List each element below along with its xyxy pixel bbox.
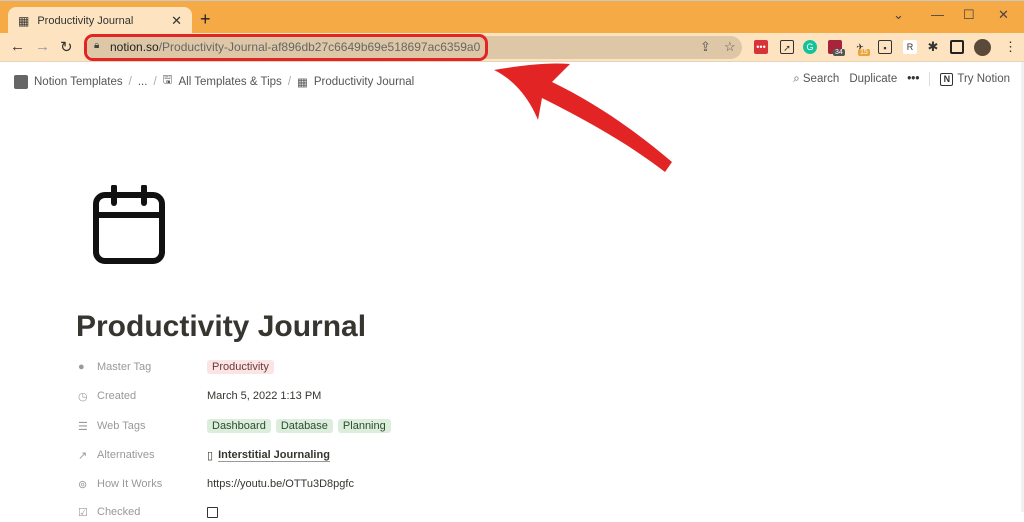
url-link[interactable]: https://youtu.be/OTTu3D8pgfc: [207, 478, 354, 490]
tag[interactable]: Planning: [337, 419, 391, 433]
breadcrumb: Notion Templates / ... / 🖫 All Templates…: [14, 72, 414, 91]
property-web-tags: ☰ Web Tags Dashboard Database Planning: [78, 416, 678, 436]
tag[interactable]: Database: [275, 419, 333, 433]
menu-kebab-icon[interactable]: ⋮: [1004, 39, 1017, 55]
more-button[interactable]: •••: [907, 73, 919, 85]
breadcrumb-item[interactable]: All Templates & Tips: [178, 76, 281, 88]
tag[interactable]: Productivity: [207, 360, 274, 374]
side-panel-icon[interactable]: [950, 40, 964, 54]
notion-logo-icon: N: [940, 72, 954, 86]
lock-icon[interactable]: 🔒︎: [94, 40, 99, 51]
browser-titlebar: ▦ Productivity Journal ✕ + ⌄ — ☐ ✕: [0, 0, 1024, 34]
pip-icon[interactable]: ▪: [878, 40, 892, 54]
try-notion-label: Try Notion: [957, 72, 1010, 85]
page-title[interactable]: Productivity Journal: [76, 310, 366, 344]
property-name[interactable]: Alternatives: [97, 449, 207, 461]
duplicate-button[interactable]: Duplicate: [849, 73, 897, 85]
clock-icon: ◷: [78, 390, 88, 403]
property-name[interactable]: Master Tag: [97, 361, 207, 373]
browser-tab[interactable]: ▦ Productivity Journal ✕: [8, 7, 192, 34]
puzzle-icon[interactable]: ✱: [926, 40, 940, 54]
list-icon: ☰: [78, 420, 88, 433]
property-value: March 5, 2022 1:13 PM: [207, 390, 322, 402]
breadcrumb-separator: /: [287, 75, 292, 88]
tag-icon: ●: [78, 361, 85, 373]
bookmark-star-icon[interactable]: ☆: [724, 39, 736, 55]
share-icon[interactable]: ⇪: [700, 39, 711, 55]
property-name[interactable]: Checked: [97, 506, 207, 518]
arrow-up-right-icon: ↗: [78, 449, 88, 462]
back-icon[interactable]: ←: [10, 38, 25, 55]
url-text[interactable]: notion.so/Productivity-Journal-af896db27…: [110, 40, 480, 54]
calendar-icon: ▦: [18, 13, 30, 28]
close-tab-icon[interactable]: ✕: [171, 13, 182, 29]
breadcrumb-separator: /: [128, 75, 132, 88]
checkbox-icon: ☑: [78, 506, 88, 519]
extension-badge: 34: [833, 49, 845, 56]
new-tab-button[interactable]: +: [200, 9, 211, 30]
divider: [929, 72, 931, 86]
maximize-button[interactable]: ☐: [963, 7, 975, 23]
search-icon: ⌕: [793, 72, 800, 85]
tab-title: Productivity Journal: [37, 14, 134, 27]
profile-avatar[interactable]: [974, 39, 991, 56]
grammarly-icon[interactable]: G: [803, 40, 817, 54]
breadcrumb-item[interactable]: Notion Templates: [34, 76, 123, 88]
relation-link[interactable]: Interstitial Journaling: [218, 449, 330, 462]
tag[interactable]: Dashboard: [207, 419, 271, 433]
extension-icon[interactable]: R: [903, 40, 917, 54]
search-label: Search: [802, 72, 840, 85]
workspace-avatar: [14, 74, 28, 89]
extension-send-icon[interactable]: ➚: [780, 40, 794, 54]
reload-icon[interactable]: ↻: [60, 38, 73, 56]
header-actions: ⌕ Search Duplicate ••• N Try Notion: [793, 72, 1010, 86]
property-name[interactable]: Created: [97, 390, 207, 402]
breadcrumb-item[interactable]: Productivity Journal: [314, 76, 414, 88]
property-checked: ☑ Checked: [78, 502, 678, 522]
floppy-icon: 🖫: [162, 74, 173, 86]
minimize-button[interactable]: —: [931, 7, 944, 22]
page-icon: ▯: [207, 449, 214, 462]
breadcrumb-item[interactable]: ...: [138, 76, 148, 88]
close-window-button[interactable]: ✕: [998, 7, 1009, 23]
property-master-tag: ● Master Tag Productivity: [78, 357, 678, 377]
calendar-icon[interactable]: [92, 185, 168, 267]
search-button[interactable]: ⌕ Search: [793, 73, 839, 86]
property-alternatives: ↗ Alternatives ▯ Interstitial Journaling: [78, 445, 678, 465]
extension-badge: 15: [858, 49, 870, 56]
property-name[interactable]: Web Tags: [97, 420, 207, 432]
checkbox[interactable]: [207, 506, 218, 518]
link-icon: ⊚: [78, 478, 88, 491]
forward-icon[interactable]: →: [35, 38, 50, 55]
breadcrumb-separator: /: [153, 75, 157, 88]
tab-search-icon[interactable]: ⌄: [893, 7, 904, 23]
property-how-it-works: ⊚ How It Works https://youtu.be/OTTu3D8p…: [78, 474, 678, 494]
try-notion-button[interactable]: N Try Notion: [940, 72, 1010, 86]
red-arrow-annotation: [494, 63, 672, 172]
calendar-icon: ▦: [297, 76, 308, 89]
property-name[interactable]: How It Works: [97, 478, 207, 490]
extension-icon[interactable]: •••: [754, 40, 768, 54]
property-created: ◷ Created March 5, 2022 1:13 PM: [78, 386, 678, 406]
